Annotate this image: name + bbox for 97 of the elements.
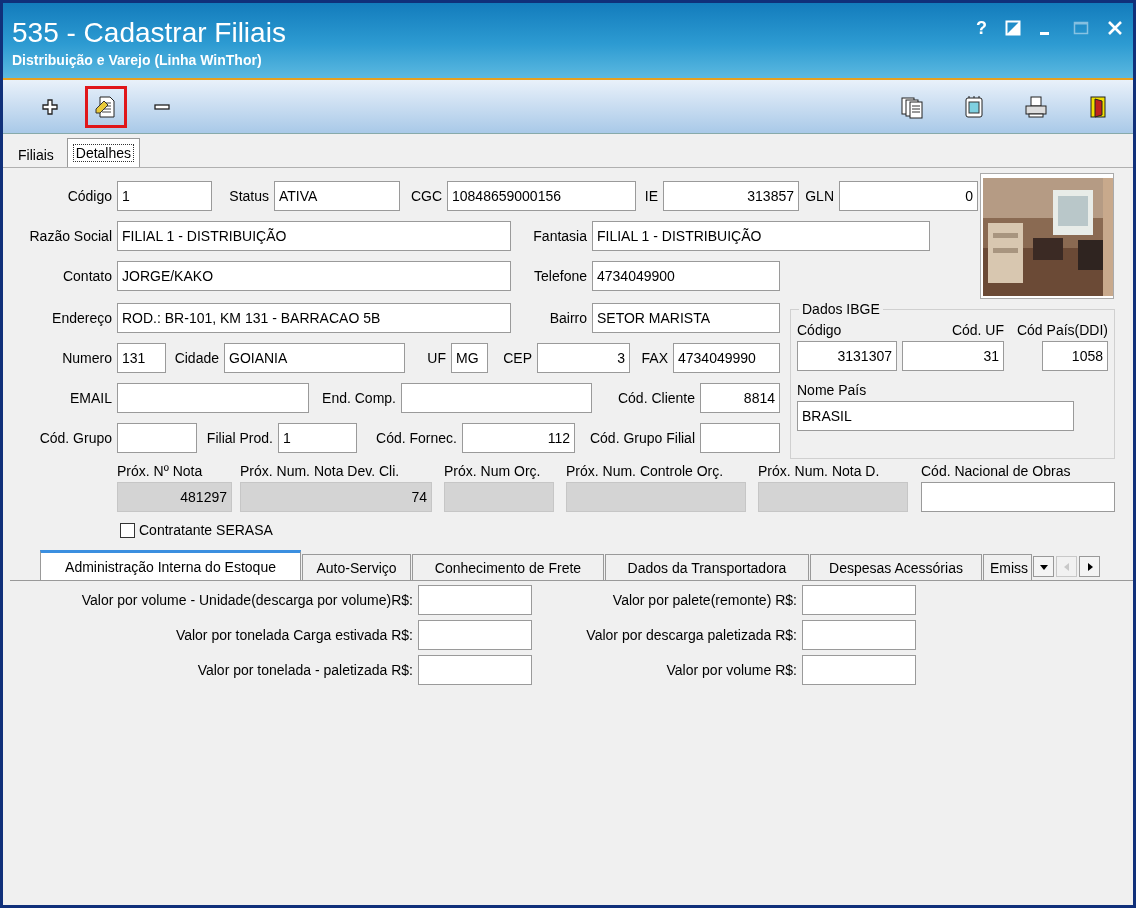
field-label: Nome País [797,382,868,399]
pages-icon [900,94,924,119]
input-field[interactable] [117,423,197,453]
field-label: Valor por descarga paletizada R$: [585,627,797,643]
field-label: End. Comp. [321,390,396,406]
input-field[interactable] [700,423,780,453]
input-field[interactable]: 1 [278,423,357,453]
tab[interactable]: Dados da Transportadora [605,554,809,580]
help-button[interactable]: ? [976,19,987,37]
input-field[interactable]: 1058 [1042,341,1108,371]
input-field[interactable] [401,383,592,413]
field-label: Cód. Fornec. [375,430,457,446]
field-label: Status [228,188,269,204]
field-label: Razão Social [28,228,112,244]
field-label: Numero [61,350,112,366]
input-field[interactable]: 10848659000156 [447,181,636,211]
field-label: Cód. Nacional de Obras [921,463,1072,480]
restore-icon[interactable] [1005,20,1021,36]
field-label: CEP [502,350,532,366]
input-field[interactable]: FILIAL 1 - DISTRIBUIÇÃO [592,221,930,251]
input-field[interactable]: ATIVA [274,181,400,211]
tab[interactable]: Detalhes [66,138,141,167]
field-label: Valor por volume - Unidade(descarga por volume)R$: [80,592,413,608]
field-label: Endereço [51,310,112,326]
input-field[interactable] [418,620,532,650]
checkbox[interactable] [120,522,135,538]
field-label: Cód. Cliente [616,390,695,406]
window-title: 535 - Cadastrar Filiais [12,17,286,49]
input-field[interactable]: 3 [537,343,630,373]
field-label: Valor por palete(remonte) R$: [611,592,797,608]
checkbox-label[interactable]: Contratante SERASA [139,522,273,538]
input-field[interactable] [802,655,916,685]
input-field[interactable]: 131 [117,343,166,373]
field-label: Valor por tonelada - paletizada R$: [196,662,413,678]
field-label: EMAIL [69,390,112,406]
input-field[interactable]: MG [451,343,488,373]
input-field[interactable]: 0 [839,181,978,211]
input-field[interactable]: FILIAL 1 - DISTRIBUIÇÃO [117,221,511,251]
input-field[interactable]: BRASIL [797,401,1074,431]
field-label: UF [426,350,446,366]
field-label: Próx. Num. Nota Dev. Cli. [240,463,401,480]
input-field[interactable]: 31 [902,341,1004,371]
field-label: Próx. Num. Nota D. [758,463,881,480]
tab[interactable]: Despesas Acessórias [810,554,982,580]
field-label: Próx. Num. Controle Orç. [566,463,725,480]
plus-icon [40,96,60,117]
input-field[interactable] [418,655,532,685]
tab[interactable]: Emiss [983,554,1032,580]
group-title: Dados IBGE [799,301,883,317]
field-label: Telefone [533,268,587,284]
tab[interactable]: Conhecimento de Frete [412,554,604,580]
edit-button[interactable] [85,85,127,128]
field-label: Código [66,188,112,204]
field-label: IE [643,188,658,204]
minus-icon [154,103,170,110]
input-field[interactable] [117,383,309,413]
close-icon[interactable] [1107,20,1123,36]
field-label: GLN [804,188,834,204]
notepad-icon [962,94,986,119]
field-label: Cód País(DDI) [1016,322,1108,339]
scroll-right-button[interactable] [1079,556,1100,577]
field-label: Cidade [173,350,219,366]
field-label: Valor por tonelada Carga estivada R$: [174,627,413,643]
dropdown-button[interactable] [1033,556,1054,577]
input-field[interactable]: 8814 [700,383,780,413]
input-field[interactable]: SETOR MARISTA [592,303,780,333]
input-field[interactable]: 112 [462,423,575,453]
field-label: Próx. Nº Nota [117,463,204,480]
field-label: Cód. Grupo [38,430,112,446]
field-label: Contato [61,268,112,284]
document-pencil-icon [94,94,118,119]
input-field[interactable] [802,585,916,615]
input-field[interactable]: JORGE/KAKO [117,261,511,291]
field-label: Próx. Num Orç. [444,463,542,480]
field-label: FAX [640,350,668,366]
window-subtitle: Distribuição e Varejo (Linha WinThor) [12,52,263,68]
input-field[interactable] [921,482,1115,512]
input-field[interactable]: 4734049990 [673,343,780,373]
input-field[interactable]: 1 [117,181,212,211]
input-field[interactable]: 313857 [663,181,799,211]
tab[interactable]: Auto-Serviço [302,554,411,580]
field-label: Cód. Grupo Filial [588,430,695,446]
input-field[interactable]: GOIANIA [224,343,405,373]
field-label: Filial Prod. [205,430,273,446]
input-field[interactable] [802,620,916,650]
field-label: Bairro [548,310,587,326]
field-label: CGC [409,188,442,204]
field-label: Fantasia [532,228,587,244]
printer-icon [1024,94,1048,119]
tab[interactable]: Administração Interna do Estoque [40,550,301,580]
field-label: Código [797,322,843,339]
input-field[interactable]: ROD.: BR-101, KM 131 - BARRACAO 5B [117,303,511,333]
input-field[interactable]: 4734049900 [592,261,780,291]
input-field[interactable] [418,585,532,615]
field-label: Cód. UF [950,322,1004,339]
field-label: Valor por volume R$: [665,662,797,678]
input-field[interactable]: 3131307 [797,341,897,371]
